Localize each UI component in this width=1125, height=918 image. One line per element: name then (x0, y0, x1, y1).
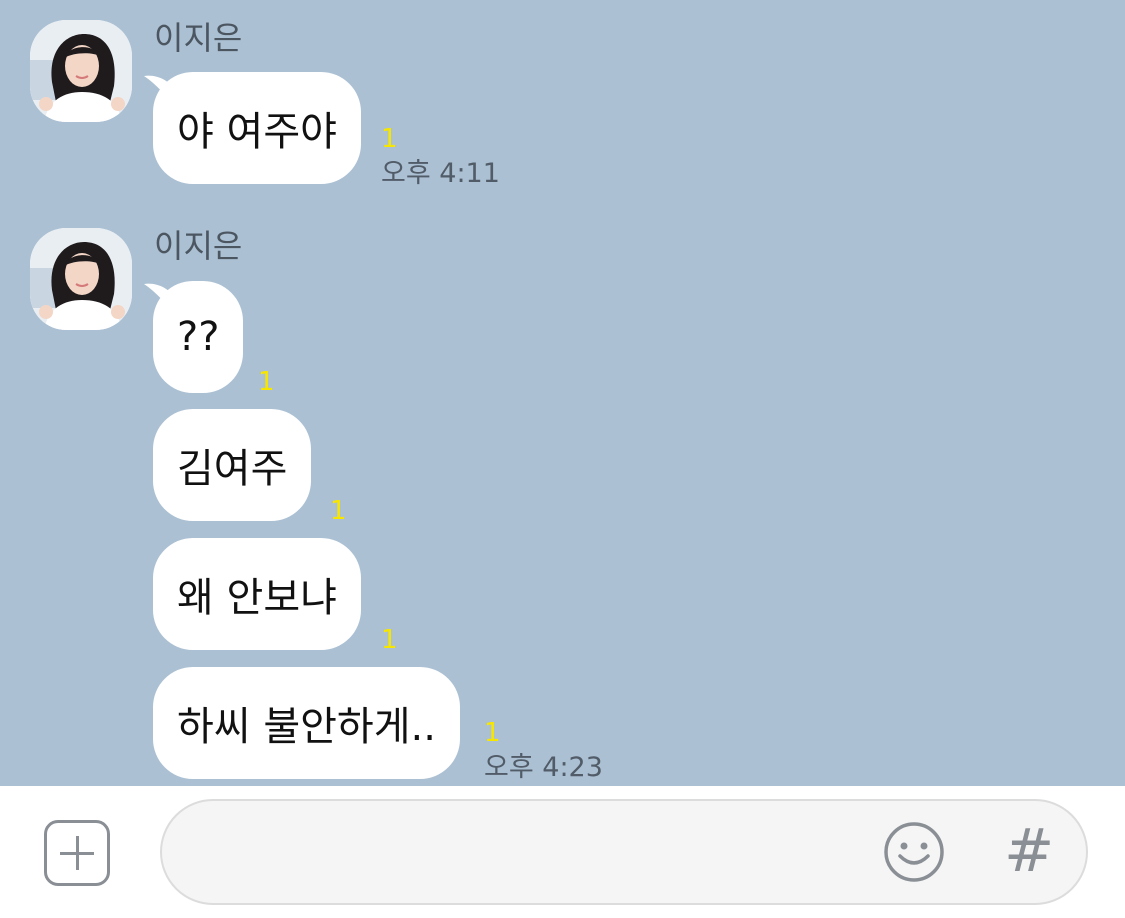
sender-name: 이지은 (154, 227, 243, 265)
message-text: 왜 안보냐 (177, 575, 337, 621)
message-text: ?? (177, 314, 220, 360)
unread-count: 1 (381, 124, 398, 154)
chat-area[interactable]: 이지은 야 여주야 1 오후 4:11 이지은 ?? 1 김여주 1 왜 안보냐… (0, 0, 1125, 786)
message-text: 야 여주야 (177, 109, 337, 155)
smiley-icon[interactable] (882, 820, 946, 884)
message-bubble[interactable]: 하씨 불안하게.. (153, 667, 460, 779)
message-input[interactable] (160, 799, 1088, 905)
unread-count: 1 (381, 625, 398, 655)
unread-count: 1 (258, 367, 275, 397)
message-bubble[interactable]: 야 여주야 (153, 72, 361, 184)
unread-count: 1 (330, 496, 347, 526)
avatar[interactable] (30, 20, 132, 122)
message-text: 하씨 불안하게.. (177, 704, 436, 750)
hashtag-button[interactable]: # (1004, 818, 1054, 884)
message-time: 오후 4:23 (484, 752, 603, 783)
message-bubble[interactable]: 김여주 (153, 409, 312, 521)
profile-photo-icon (30, 228, 132, 330)
message-text: 김여주 (177, 446, 288, 492)
unread-count: 1 (484, 718, 501, 748)
avatar[interactable] (30, 228, 132, 330)
input-bar (0, 786, 1125, 918)
message-time: 오후 4:11 (381, 158, 500, 189)
message-bubble[interactable]: 왜 안보냐 (153, 538, 361, 650)
profile-photo-icon (30, 20, 132, 122)
plus-square-icon[interactable] (44, 820, 110, 886)
message-bubble[interactable]: ?? (153, 281, 244, 393)
sender-name: 이지은 (154, 19, 243, 57)
